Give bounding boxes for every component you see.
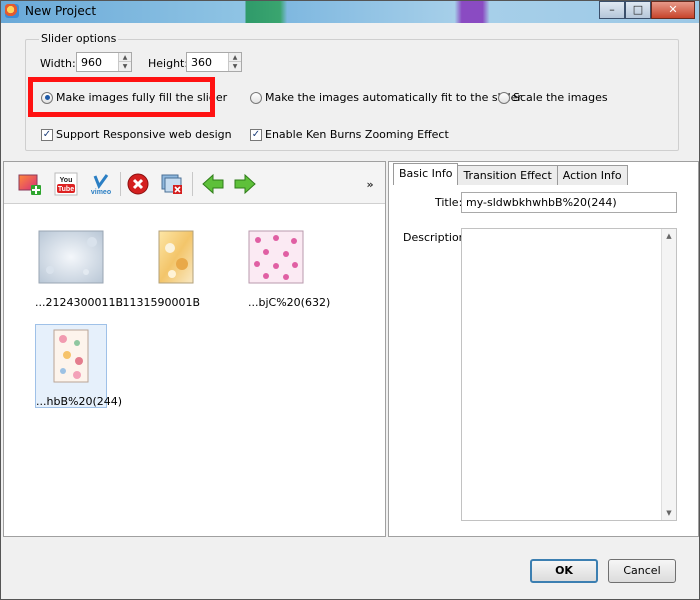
thumbnail-image: [158, 230, 194, 284]
youtube-icon: You Tube: [54, 172, 78, 196]
checkbox-responsive-label: Support Responsive web design: [56, 128, 232, 141]
toolbar-separator: [120, 172, 121, 196]
add-youtube-button[interactable]: You Tube: [54, 172, 78, 196]
description-scrollbar[interactable]: ▲ ▼: [661, 229, 676, 520]
ok-button[interactable]: OK: [530, 559, 598, 583]
width-up-arrow-icon[interactable]: ▲: [119, 53, 131, 62]
width-stepper-arrows: ▲ ▼: [118, 53, 131, 71]
add-vimeo-button[interactable]: vimeo: [87, 172, 115, 196]
height-stepper[interactable]: 360 ▲ ▼: [186, 52, 242, 72]
delete-button[interactable]: [126, 172, 150, 196]
thumbnail-caption: ...hbB%20(244): [36, 395, 123, 408]
title-input[interactable]: my-sldwbkhwhbB%20(244): [461, 192, 677, 213]
close-button[interactable]: ✕: [651, 1, 695, 19]
arrow-left-icon: [202, 173, 224, 195]
checkmark-icon: ✓: [41, 128, 53, 141]
width-stepper[interactable]: 960 ▲ ▼: [76, 52, 132, 72]
radio-unselected-icon: [250, 91, 262, 104]
title-bar[interactable]: New Project – □ ✕: [1, 1, 699, 23]
width-down-arrow-icon[interactable]: ▼: [119, 62, 131, 71]
tab-transition-effect[interactable]: Transition Effect: [457, 165, 558, 185]
scroll-up-icon[interactable]: ▲: [662, 229, 676, 243]
add-image-button[interactable]: [18, 172, 42, 196]
window-title: New Project: [25, 4, 97, 18]
images-toolbar: You Tube vimeo »: [4, 162, 385, 204]
move-left-button[interactable]: [201, 172, 225, 196]
delete-all-button[interactable]: [159, 172, 183, 196]
description-textarea[interactable]: ▲ ▼: [461, 228, 677, 521]
title-label: Title:: [435, 196, 463, 209]
delete-icon: [127, 173, 149, 195]
add-image-icon: [18, 174, 41, 195]
thumbnail-caption: ...1131590001B: [112, 296, 201, 309]
checkmark-icon: ✓: [250, 128, 262, 141]
thumbnail-caption: ...2124300011B: [35, 296, 124, 309]
description-label: Description:: [403, 231, 470, 244]
images-panel: You Tube vimeo » ...2124300011B ...11315…: [3, 161, 386, 537]
width-value: 960: [81, 56, 102, 69]
app-icon: [5, 4, 19, 18]
arrow-right-icon: [234, 173, 256, 195]
checkbox-responsive[interactable]: ✓ Support Responsive web design: [41, 128, 232, 141]
vimeo-text: vimeo: [91, 189, 111, 196]
new-project-window: New Project – □ ✕ Slider options Width: …: [0, 0, 700, 600]
radio-fit-label: Make the images automatically fit to the…: [265, 91, 522, 104]
radio-scale-images[interactable]: Scale the images: [498, 91, 608, 104]
thumbnail-image: [248, 230, 304, 284]
tab-action-info[interactable]: Action Info: [556, 165, 628, 185]
height-up-arrow-icon[interactable]: ▲: [229, 53, 241, 62]
tab-basic-info[interactable]: Basic Info: [393, 163, 459, 185]
height-stepper-arrows: ▲ ▼: [228, 53, 241, 71]
thumbnail-image: [38, 230, 104, 284]
vimeo-icon: vimeo: [91, 174, 111, 196]
youtube-text-top: You: [60, 177, 73, 184]
radio-scale-label: Scale the images: [513, 91, 608, 104]
checkbox-ken-burns[interactable]: ✓ Enable Ken Burns Zooming Effect: [250, 128, 449, 141]
toolbar-separator: [192, 172, 193, 196]
thumbnail-item-selected[interactable]: ...hbB%20(244): [35, 324, 122, 408]
toolbar-overflow-icon[interactable]: »: [358, 172, 382, 196]
height-down-arrow-icon[interactable]: ▼: [229, 62, 241, 71]
radio-fit-slider[interactable]: Make the images automatically fit to the…: [250, 91, 522, 104]
maximize-button[interactable]: □: [625, 1, 651, 19]
checkbox-ken-burns-label: Enable Ken Burns Zooming Effect: [265, 128, 449, 141]
annotation-highlight-box: [28, 77, 215, 117]
height-value: 360: [191, 56, 212, 69]
thumbnail-item[interactable]: ...bjC%20(632): [240, 226, 330, 310]
move-right-button[interactable]: [233, 172, 257, 196]
thumbnail-item[interactable]: ...2124300011B: [35, 226, 123, 310]
thumbnail-image: [53, 329, 89, 383]
youtube-text-bottom: Tube: [58, 186, 74, 193]
scroll-down-icon[interactable]: ▼: [662, 506, 676, 520]
radio-unselected-icon: [498, 91, 510, 104]
thumbnail-item[interactable]: ...1131590001B: [112, 226, 212, 310]
window-controls: – □ ✕: [599, 1, 695, 19]
info-tabs: Basic Info Transition Effect Action Info: [393, 163, 628, 185]
delete-all-icon: [161, 174, 182, 194]
slider-options-legend: Slider options: [39, 32, 119, 45]
thumbnail-caption: ...bjC%20(632): [248, 296, 331, 309]
minimize-button[interactable]: –: [599, 1, 625, 19]
height-label: Height:: [148, 57, 189, 70]
cancel-button[interactable]: Cancel: [608, 559, 676, 583]
width-label: Width:: [40, 57, 76, 70]
